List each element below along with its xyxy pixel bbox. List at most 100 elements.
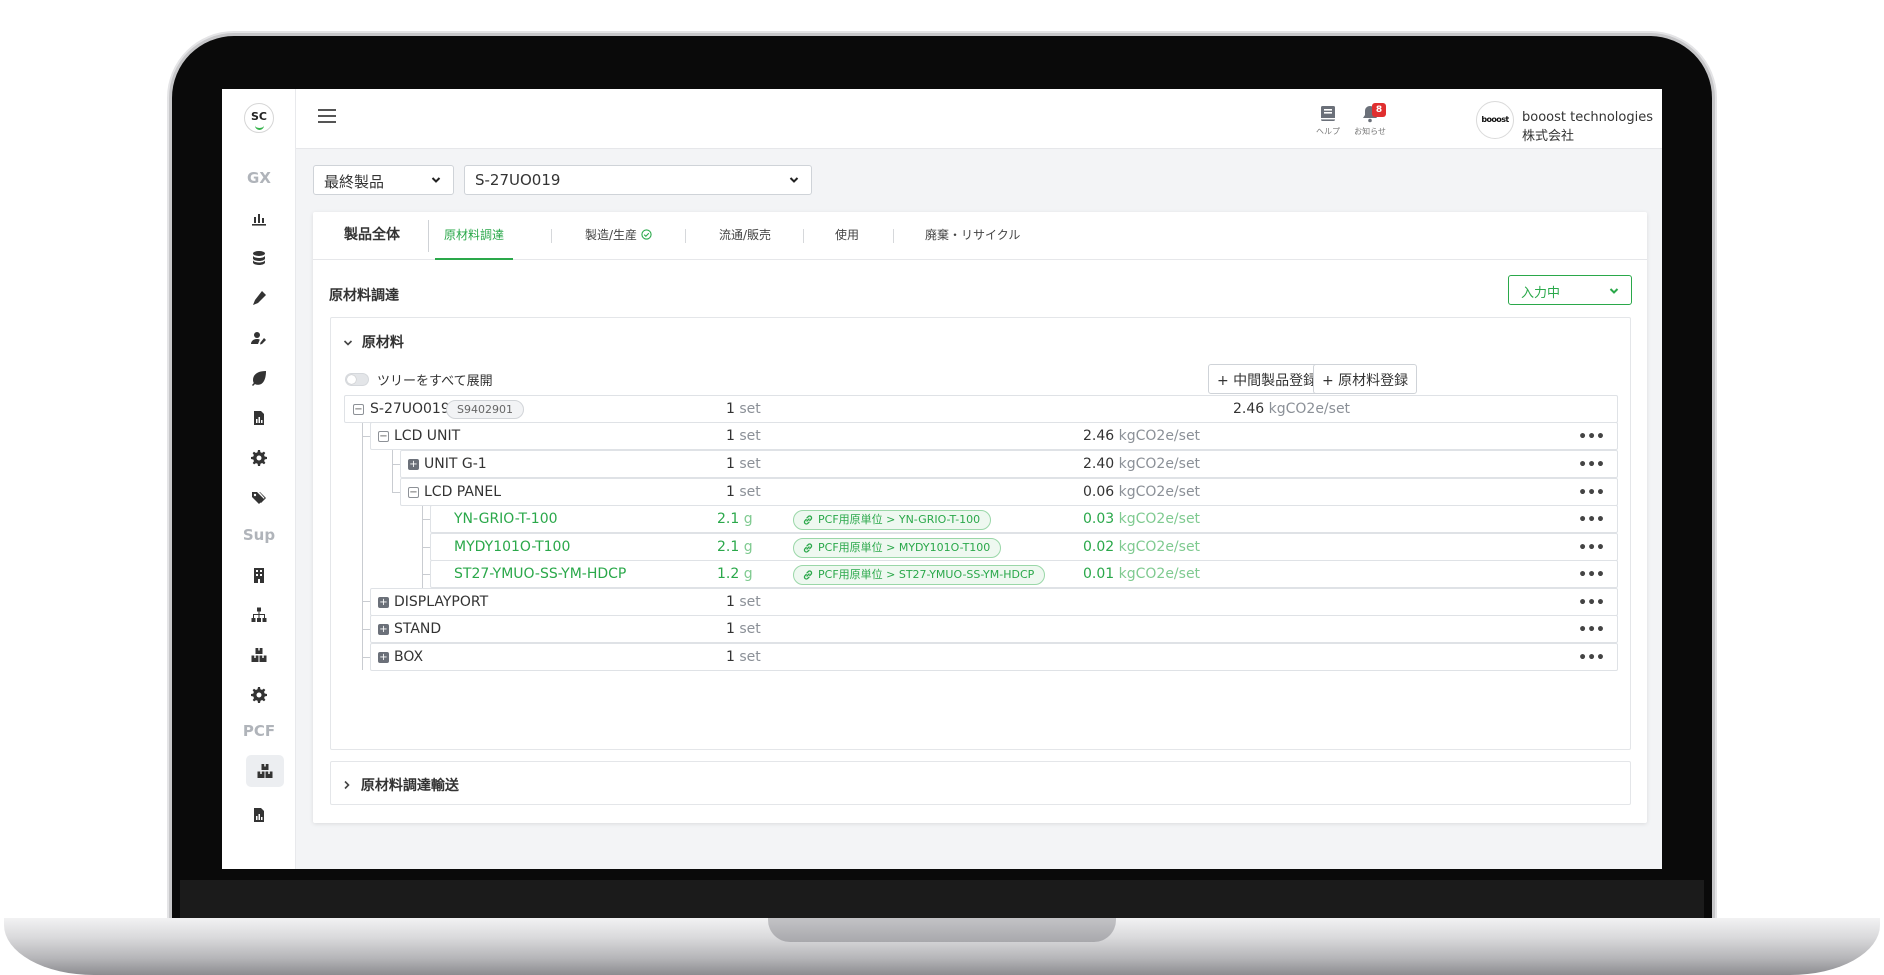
sidebar-item-pcf-boxes[interactable] xyxy=(246,755,284,787)
sidebar-item-chart[interactable] xyxy=(222,202,296,234)
tab-usage[interactable]: 使用 xyxy=(835,212,859,260)
tree-row-material[interactable]: ST27-YMUO-SS-YM-HDCP 1.2 g PCF用原単位 > ST2… xyxy=(430,560,1618,588)
tree-row-qty: 1 set xyxy=(726,456,761,472)
tree-row-material[interactable]: YN-GRIO-T-100 2.1 g PCF用原単位 > YN-GRIO-T-… xyxy=(430,505,1618,533)
sidebar-item-settings[interactable] xyxy=(222,442,296,474)
pcf-link-tag[interactable]: PCF用原単位 > ST27-YMUO-SS-YM-HDCP xyxy=(793,565,1046,585)
expand-all-toggle-wrap[interactable]: ツリーをすべて展開 xyxy=(345,370,493,389)
emission-unit: kgCO2e/set xyxy=(1118,428,1201,444)
emission-unit: kgCO2e/set xyxy=(1118,511,1201,527)
status-select[interactable]: 入力中 xyxy=(1508,275,1632,305)
expand-icon[interactable]: + xyxy=(378,652,389,663)
collapse-icon[interactable]: − xyxy=(408,487,419,498)
tab-manufacturing[interactable]: 製造/生産 xyxy=(585,212,652,260)
panel-header[interactable]: 原材料 xyxy=(343,332,404,352)
tab-divider xyxy=(428,220,429,252)
tab-manufacturing-label: 製造/生産 xyxy=(585,228,638,242)
sidebar-item-database[interactable] xyxy=(222,242,296,274)
boxes-icon xyxy=(257,764,273,778)
link-icon xyxy=(803,570,813,580)
sidebar-item-building[interactable] xyxy=(222,559,296,591)
expand-icon[interactable]: + xyxy=(408,459,419,470)
tree-row-qty: 2.1 g xyxy=(717,539,753,555)
tree-row[interactable]: + DISPLAYPORT 1 set ••• xyxy=(370,588,1618,616)
tree-row-name: DISPLAYPORT xyxy=(394,594,489,610)
tree-row[interactable]: + UNIT G-1 1 set 2.40 kgCO2e/set ••• xyxy=(400,450,1618,478)
pcf-link-tag[interactable]: PCF用原単位 > MYDY101O-T100 xyxy=(793,538,1002,558)
product-type-select[interactable]: 最終製品 xyxy=(313,165,454,195)
boxes-icon xyxy=(251,648,267,662)
notification-button[interactable]: 8 お知らせ xyxy=(1350,103,1390,137)
qty-value: 1.2 xyxy=(717,566,740,582)
tab-raw-material[interactable]: 原材料調達 xyxy=(435,212,513,260)
emission-unit: kgCO2e/set xyxy=(1118,484,1201,500)
tree-row-qty: 2.1 g xyxy=(717,511,753,527)
sidebar-item-tags[interactable] xyxy=(222,482,296,514)
sidebar-item-boxes[interactable] xyxy=(222,639,296,671)
tree-row-qty: 1 set xyxy=(726,621,761,637)
help-button[interactable]: ヘルプ xyxy=(1308,105,1348,137)
pcf-link-tag[interactable]: PCF用原単位 > YN-GRIO-T-100 xyxy=(793,510,992,530)
screen: SC GX Sup PCF ヘルプ 8 お知らせ booost booost t… xyxy=(222,89,1662,869)
hamburger-menu-icon[interactable] xyxy=(318,109,336,125)
emission-value: 0.03 xyxy=(1083,511,1115,527)
tree-row[interactable]: + BOX 1 set ••• xyxy=(370,643,1618,671)
company-name[interactable]: booost technologies 株式会社 xyxy=(1522,110,1662,144)
gear-icon xyxy=(251,687,267,703)
emission-value: 0.01 xyxy=(1083,566,1115,582)
tree-row[interactable]: − LCD PANEL 1 set 0.06 kgCO2e/set ••• xyxy=(400,478,1618,506)
tree-row-emission: 0.03 kgCO2e/set xyxy=(1083,511,1200,527)
more-icon[interactable]: ••• xyxy=(1578,485,1605,501)
tree-row-name: BOX xyxy=(394,649,424,665)
qty-unit: set xyxy=(739,428,761,444)
more-icon[interactable]: ••• xyxy=(1578,650,1605,666)
collapse-icon[interactable]: − xyxy=(378,431,389,442)
expand-icon[interactable]: + xyxy=(378,597,389,608)
sidebar-section-sup: Sup xyxy=(242,526,276,544)
product-code-select[interactable]: S-27UO019 xyxy=(464,165,812,195)
tree-row-material[interactable]: MYDY101O-T100 2.1 g PCF用原単位 > MYDY101O-T… xyxy=(430,533,1618,561)
app-logo[interactable]: SC xyxy=(244,103,274,133)
tree-row[interactable]: + STAND 1 set ••• xyxy=(370,615,1618,643)
more-icon[interactable]: ••• xyxy=(1578,595,1605,611)
product-code-value: S-27UO019 xyxy=(475,171,561,189)
qty-unit: set xyxy=(739,401,761,417)
tab-product-overall[interactable]: 製品全体 xyxy=(344,212,400,260)
more-icon[interactable]: ••• xyxy=(1578,457,1605,473)
tree-row-qty: 1 set xyxy=(726,428,761,444)
tree-connector xyxy=(392,464,400,465)
qty-value: 2.1 xyxy=(717,511,740,527)
more-icon[interactable]: ••• xyxy=(1578,429,1605,445)
tree-row-qty: 1.2 g xyxy=(717,566,753,582)
sidebar-item-pcf-report[interactable] xyxy=(222,799,296,831)
more-icon[interactable]: ••• xyxy=(1578,512,1605,528)
tab-disposal[interactable]: 廃棄・リサイクル xyxy=(925,212,1020,260)
book-icon xyxy=(1321,106,1335,121)
chevron-right-icon xyxy=(344,780,350,790)
tree-row[interactable]: − LCD UNIT 1 set 2.46 kgCO2e/set ••• xyxy=(370,422,1618,450)
qty-value: 1 xyxy=(726,456,735,472)
sidebar-item-report[interactable] xyxy=(222,402,296,434)
transport-title: 原材料調達輸送 xyxy=(360,778,459,794)
pcf-link-label: PCF用原単位 > YN-GRIO-T-100 xyxy=(818,513,981,526)
file-chart-icon xyxy=(254,808,264,822)
sidebar-item-sup-settings[interactable] xyxy=(222,679,296,711)
more-icon[interactable]: ••• xyxy=(1578,622,1605,638)
add-intermediate-button[interactable]: + 中間製品登録 xyxy=(1208,364,1327,394)
expand-icon[interactable]: + xyxy=(378,624,389,635)
company-avatar[interactable]: booost xyxy=(1476,101,1514,139)
transport-panel-header[interactable]: 原材料調達輸送 xyxy=(343,775,459,795)
collapse-icon[interactable]: − xyxy=(353,404,364,415)
tree-row-root[interactable]: − S-27UO019 S9402901 1 set 2.46 kgCO2e/s… xyxy=(344,395,1618,423)
transport-panel[interactable]: 原材料調達輸送 xyxy=(330,761,1631,805)
sidebar-item-edit[interactable] xyxy=(222,282,296,314)
sidebar-item-leaf[interactable] xyxy=(222,362,296,394)
more-icon[interactable]: ••• xyxy=(1578,567,1605,583)
more-icon[interactable]: ••• xyxy=(1578,540,1605,556)
add-material-button[interactable]: + 原材料登録 xyxy=(1313,364,1418,394)
tab-distribution[interactable]: 流通/販売 xyxy=(719,212,771,260)
tree-connector xyxy=(362,657,370,658)
sidebar-item-user-edit[interactable] xyxy=(222,322,296,354)
sidebar-item-hierarchy[interactable] xyxy=(222,599,296,631)
expand-all-toggle[interactable] xyxy=(345,373,369,386)
